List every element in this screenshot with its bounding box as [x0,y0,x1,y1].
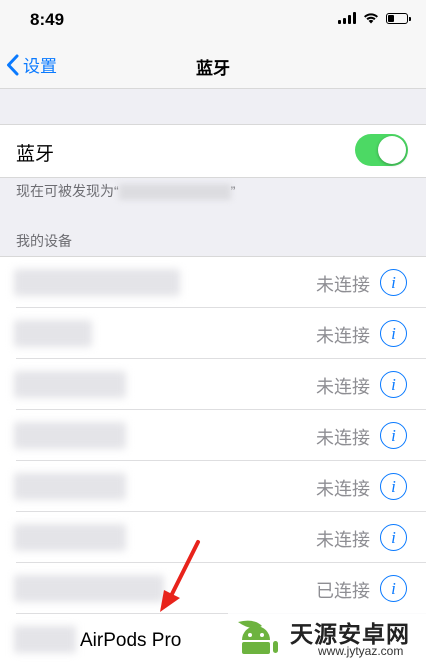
blurred-device-name [118,184,231,201]
device-row[interactable]: 未连接 i [0,410,426,461]
arrow-annotation [160,540,200,612]
info-icon[interactable]: i [380,524,407,551]
device-row[interactable]: 未连接 i [0,461,426,512]
device-status: 未连接 [316,275,370,295]
info-icon[interactable]: i [380,422,407,449]
bluetooth-row: 蓝牙 [0,124,426,178]
watermark: 天源安卓网 www.jytyaz.com [228,612,426,663]
battery-fill [388,14,394,22]
blurred-owner-name [14,626,76,653]
battery-icon [386,12,411,24]
status-time: 8:49 [30,10,65,29]
my-devices-header: 我的设备 [16,233,72,249]
info-icon[interactable]: i [380,473,407,500]
discoverable-prefix: 现在可被发现为“ [16,183,119,199]
device-row[interactable]: 未连接 i [0,359,426,410]
android-logo-icon [238,620,278,654]
info-icon[interactable]: i [380,320,407,347]
nav-bar: 设置 蓝牙 [0,44,426,89]
device-status: 未连接 [316,326,370,346]
signal-icon [338,12,356,24]
airpods-device-name: AirPods Pro [80,630,182,651]
blurred-device-name [14,371,126,398]
device-list: 未连接 i 未连接 i 未连接 i 未连接 i 未连接 i 未连接 i 已连接 … [0,256,426,614]
device-status: 已连接 [316,581,370,601]
discoverable-suffix: ” [230,183,236,199]
discoverable-text: 现在可被发现为“ ” [16,181,235,201]
page-title: 蓝牙 [196,59,230,78]
watermark-url: www.jytyaz.com [318,644,404,658]
bluetooth-label: 蓝牙 [16,144,55,165]
wifi-icon [364,13,378,24]
toggle-knob [378,136,406,164]
device-row[interactable]: 未连接 i [0,308,426,359]
blurred-device-name [14,473,126,500]
device-row[interactable]: 未连接 i [0,257,426,308]
status-icons [338,12,411,24]
status-bar: 8:49 [0,0,426,44]
device-status: 未连接 [316,479,370,499]
info-icon[interactable]: i [380,269,407,296]
info-icon[interactable]: i [380,371,407,398]
blurred-device-name [14,269,180,296]
blurred-device-name [14,320,92,347]
device-status: 未连接 [316,377,370,397]
device-row[interactable]: 已连接 i [0,563,426,614]
device-status: 未连接 [316,428,370,448]
blurred-device-name [14,575,164,602]
info-icon[interactable]: i [380,575,407,602]
device-row[interactable]: 未连接 i [0,512,426,563]
device-status: 未连接 [316,530,370,550]
blurred-device-name [14,422,126,449]
bluetooth-toggle[interactable] [355,134,408,166]
blurred-device-name [14,524,126,551]
